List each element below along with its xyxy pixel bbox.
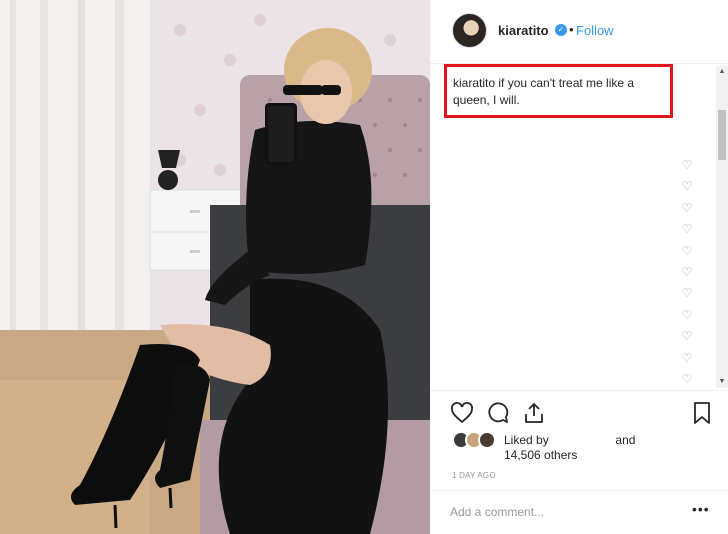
bookmark-icon[interactable] — [690, 401, 714, 425]
comment-like-icons: ♡ ♡ ♡ ♡ ♡ ♡ ♡ ♡ ♡ ♡ ♡ — [679, 155, 695, 390]
scroll-thumb[interactable] — [718, 110, 726, 160]
comment-heart-icon[interactable]: ♡ — [679, 348, 695, 369]
liked-by-prefix: Liked by — [504, 433, 549, 447]
liker-avatar[interactable] — [478, 431, 496, 449]
share-icon[interactable] — [522, 401, 546, 425]
post-side-panel: kiaratito ✓ • Follow kiaratito if you ca… — [430, 0, 728, 534]
more-icon[interactable]: ••• — [692, 501, 710, 517]
liked-by-row: Liked by and 14,506 others — [452, 431, 712, 465]
scroll-down-arrow-icon[interactable]: ▼ — [716, 376, 728, 388]
separator-dot: • — [569, 22, 574, 37]
post-actions: Liked by and 14,506 others 1 DAY AGO — [430, 390, 728, 500]
comment-heart-icon[interactable]: ♡ — [679, 155, 695, 176]
liked-by-suffix: and — [615, 433, 636, 447]
comments-scrollbar[interactable]: ▲ ▼ — [716, 66, 728, 388]
verified-icon: ✓ — [555, 24, 567, 36]
comment-heart-icon[interactable]: ♡ — [679, 326, 695, 347]
comment-bar: ••• — [430, 490, 728, 534]
liker-avatars[interactable] — [452, 431, 500, 451]
comment-heart-icon[interactable]: ♡ — [679, 198, 695, 219]
comment-heart-icon[interactable]: ♡ — [679, 262, 695, 283]
caption-username[interactable]: kiaratito — [453, 76, 495, 90]
likes-count[interactable]: 14,506 others — [504, 448, 577, 462]
comment-icon[interactable] — [486, 401, 510, 425]
follow-button[interactable]: Follow — [576, 23, 614, 38]
post-photo[interactable] — [0, 0, 430, 534]
comment-heart-icon[interactable]: ♡ — [679, 219, 695, 240]
post-timestamp[interactable]: 1 DAY AGO — [452, 471, 496, 480]
comment-heart-icon[interactable]: ♡ — [679, 305, 695, 326]
comment-heart-icon[interactable]: ♡ — [679, 369, 695, 390]
comment-input[interactable] — [450, 502, 670, 522]
comment-heart-icon[interactable]: ♡ — [679, 176, 695, 197]
post-header: kiaratito ✓ • Follow — [430, 0, 728, 64]
post-photo-illustration — [0, 0, 430, 534]
heart-icon[interactable] — [450, 401, 474, 425]
scroll-up-arrow-icon[interactable]: ▲ — [716, 66, 728, 78]
comment-heart-icon[interactable]: ♡ — [679, 241, 695, 262]
liked-by-text: Liked by and — [504, 432, 635, 448]
caption-highlight-box: kiaratito if you can't treat me like a q… — [444, 64, 673, 118]
user-avatar[interactable] — [452, 13, 487, 48]
username-link[interactable]: kiaratito — [498, 23, 549, 38]
comment-heart-icon[interactable]: ♡ — [679, 283, 695, 304]
